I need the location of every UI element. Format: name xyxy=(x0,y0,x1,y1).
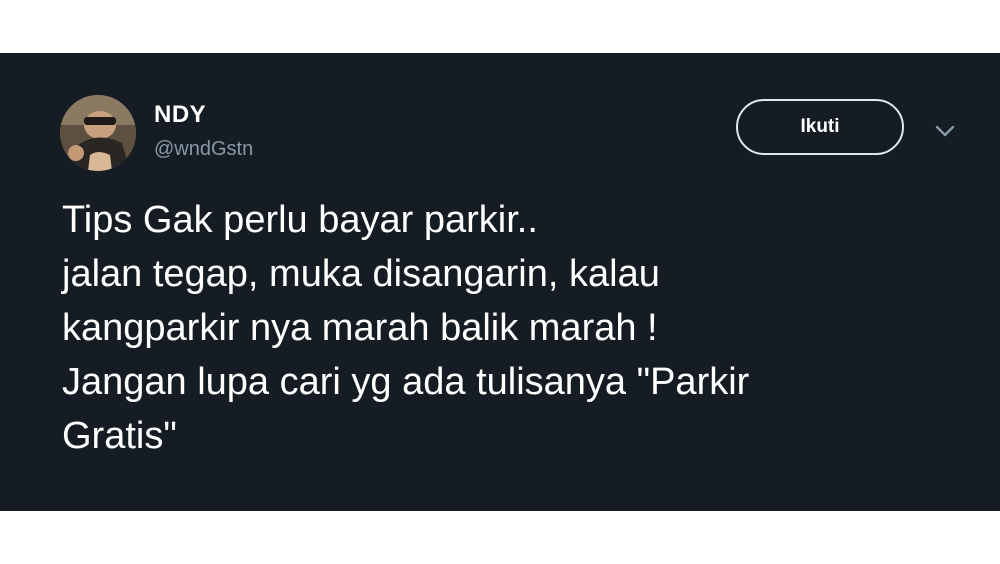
avatar[interactable] xyxy=(60,95,136,171)
follow-button[interactable]: Ikuti xyxy=(736,99,904,155)
more-options-button[interactable] xyxy=(930,119,960,143)
tweet-text: Tips Gak perlu bayar parkir.. jalan tega… xyxy=(62,199,750,457)
chevron-down-icon xyxy=(935,125,955,137)
tweet-card: NDY @wndGstn Ikuti Tips Gak perlu bayar … xyxy=(0,53,1000,511)
screenshot-stage: NDY @wndGstn Ikuti Tips Gak perlu bayar … xyxy=(0,0,1000,564)
display-name[interactable]: NDY xyxy=(154,101,206,129)
avatar-photo xyxy=(60,95,136,171)
user-handle[interactable]: @wndGstn xyxy=(154,138,253,161)
